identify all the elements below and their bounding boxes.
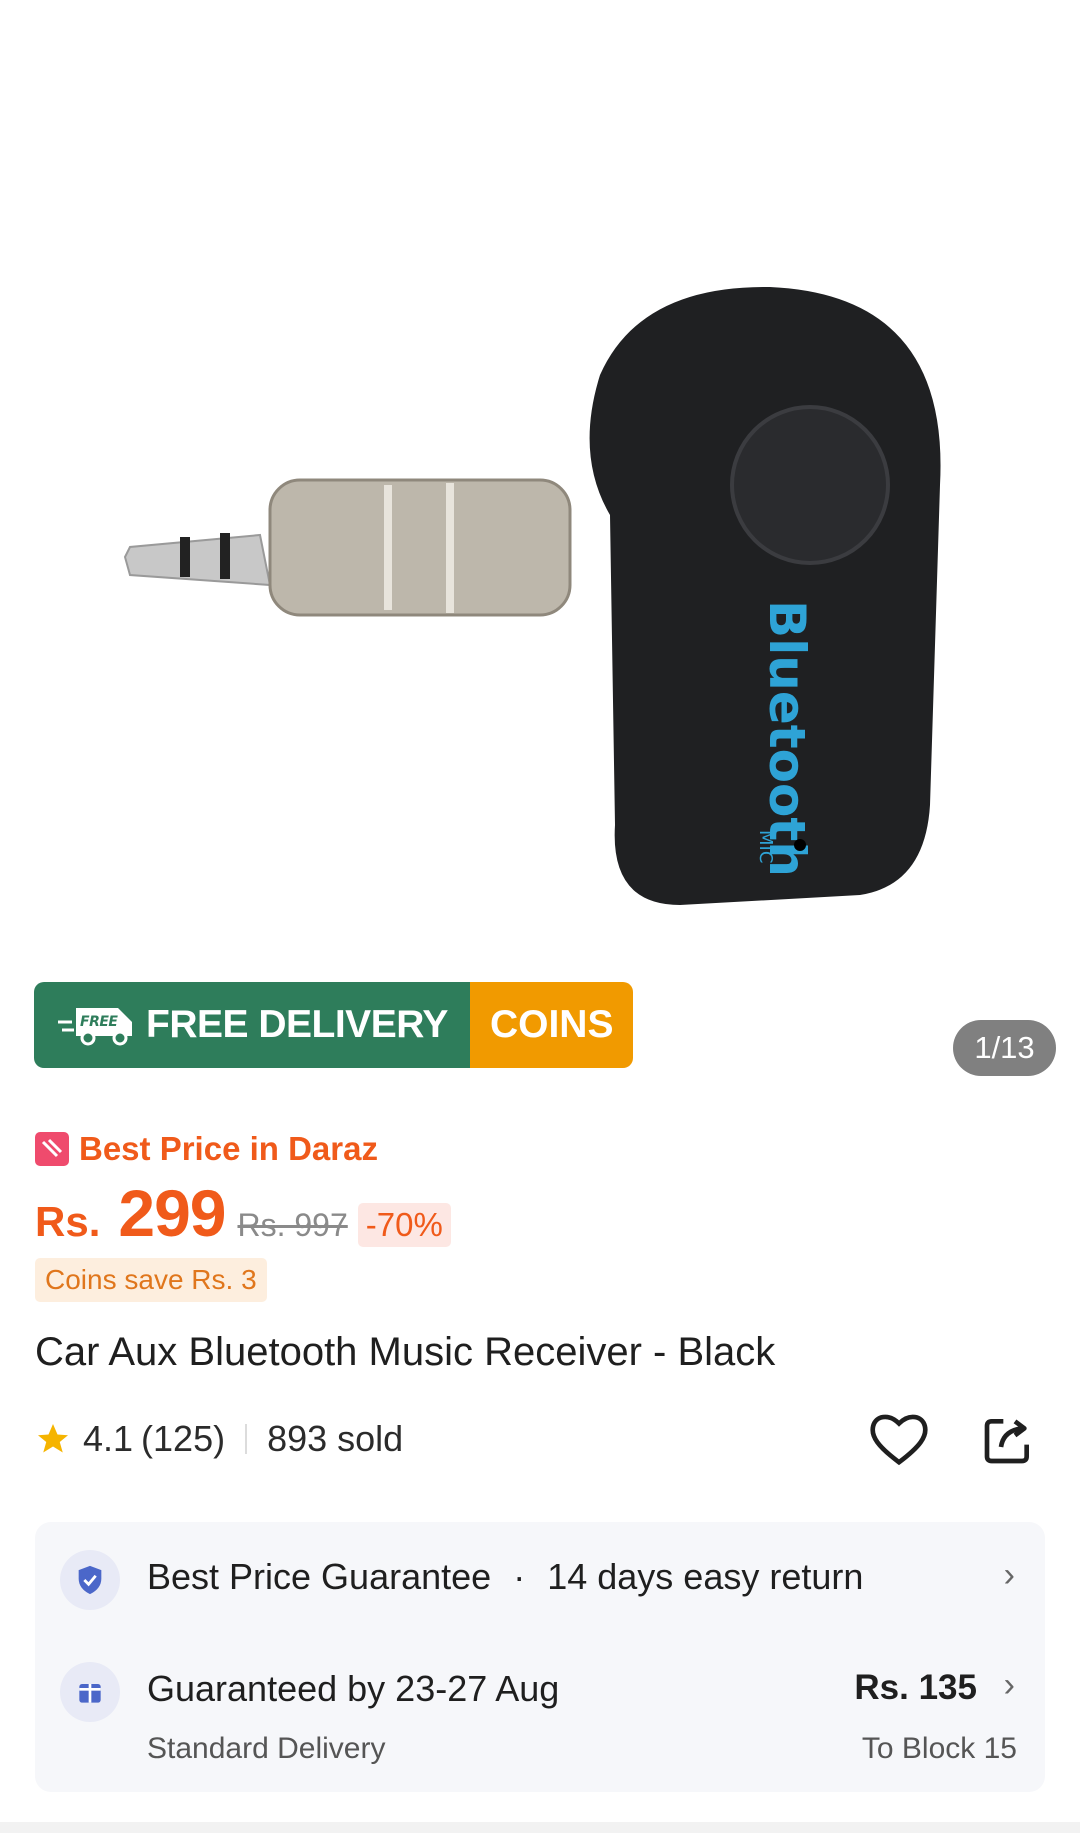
service-card: Best Price Guarantee · 14 days easy retu… (35, 1522, 1045, 1792)
promo-banner: FREE FREE DELIVERY COINS (34, 982, 634, 1068)
product-image: Bluetooth MIC (123, 286, 941, 905)
price-currency: Rs. (35, 1198, 101, 1245)
free-delivery-label: FREE DELIVERY (146, 1003, 448, 1046)
coins-save-badge: Coins save Rs. 3 (35, 1258, 267, 1302)
share-icon[interactable] (980, 1412, 1036, 1468)
service-separator: · (513, 1556, 526, 1597)
section-divider (0, 1822, 1080, 1833)
best-price-guarantee: Best Price Guarantee (147, 1556, 492, 1597)
original-price: Rs. 997 (237, 1207, 348, 1243)
best-price-badge[interactable]: Best Price in Daraz (35, 1130, 378, 1168)
delivery-title: Guaranteed by 23-27 Aug (147, 1668, 560, 1709)
chevron-right-icon: › (1003, 1666, 1015, 1704)
guarantee-text: Best Price Guarantee · 14 days easy retu… (147, 1556, 863, 1598)
delivery-price: Rs. 135 (854, 1668, 977, 1707)
price-tag-icon (35, 1132, 69, 1166)
delivery-destination: To Block 15 (861, 1732, 1017, 1765)
rating-divider (245, 1424, 248, 1454)
svg-text:FREE: FREE (80, 1014, 118, 1030)
guarantee-row[interactable]: Best Price Guarantee · 14 days easy retu… (35, 1522, 1045, 1632)
price-row: Rs. 299 Rs. 997 -70% (35, 1175, 451, 1251)
heart-icon[interactable] (868, 1410, 930, 1468)
star-icon (38, 1424, 68, 1453)
review-count: (125) (141, 1418, 226, 1459)
sold-count: 893 sold (267, 1418, 404, 1459)
product-gallery[interactable]: Bluetooth MIC FREE FREE DELIVERY COINS 1… (0, 0, 1080, 1095)
product-title: Car Aux Bluetooth Music Receiver - Black (35, 1330, 776, 1374)
delivery-truck-icon: FREE (58, 1008, 132, 1046)
delivery-type: Standard Delivery (147, 1732, 386, 1765)
image-counter: 1/13 (953, 1020, 1056, 1076)
coins-badge: COINS (469, 982, 634, 1068)
rating-value: 4.1 (83, 1418, 134, 1459)
discount-badge: -70% (357, 1203, 451, 1247)
free-delivery-badge: FREE FREE DELIVERY (34, 982, 470, 1068)
delivery-row[interactable]: Guaranteed by 23-27 Aug Standard Deliver… (35, 1632, 1045, 1792)
shield-check-icon (60, 1550, 120, 1610)
coins-label: COINS (489, 1003, 614, 1046)
rating-row[interactable]: 4.1 (125) 893 sold (35, 1418, 403, 1460)
chevron-right-icon: › (1003, 1556, 1015, 1594)
image-mic-text: MIC (755, 830, 776, 863)
best-price-label: Best Price in Daraz (79, 1130, 378, 1167)
easy-return: 14 days easy return (547, 1556, 864, 1597)
current-price: 299 (118, 1176, 226, 1250)
package-icon (60, 1662, 120, 1722)
